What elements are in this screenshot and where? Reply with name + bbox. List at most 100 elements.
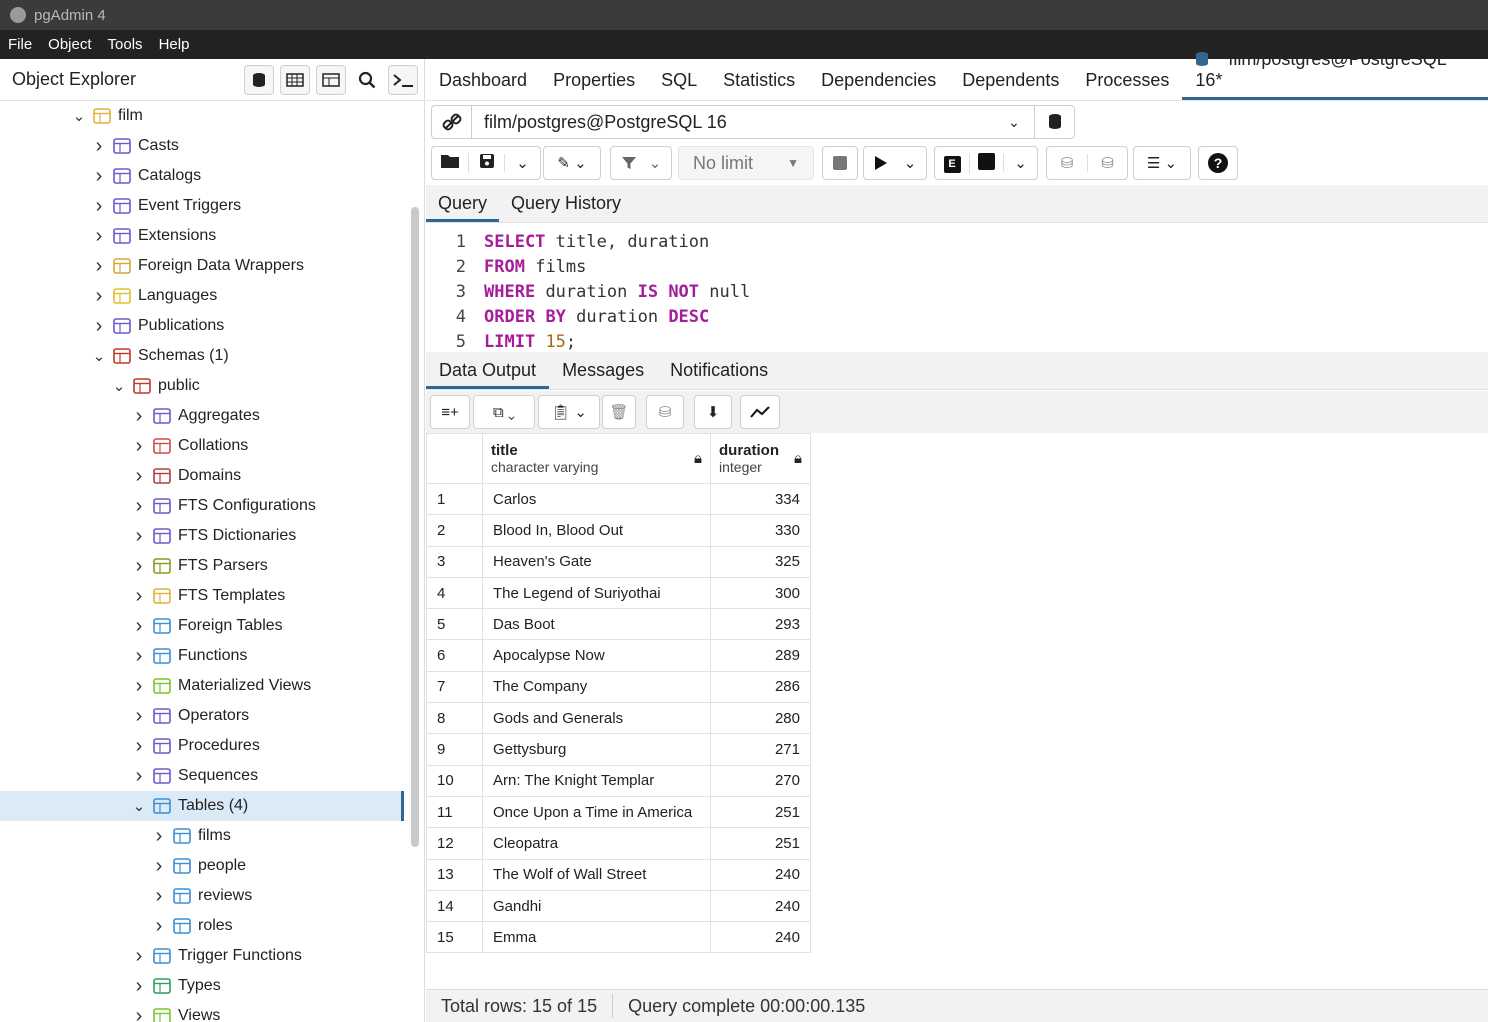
chevron-right-icon[interactable]: › [130,705,148,728]
chevron-right-icon[interactable]: › [90,255,108,278]
chevron-right-icon[interactable]: › [150,825,168,848]
title-cell[interactable]: The Wolf of Wall Street [482,858,711,891]
duration-cell[interactable]: 271 [710,733,811,766]
duration-cell[interactable]: 300 [710,576,811,610]
chevron-right-icon[interactable]: › [130,405,148,428]
chevron-right-icon[interactable]: › [130,735,148,758]
title-cell[interactable]: Cleopatra [482,827,711,860]
filtered-rows-button[interactable] [316,64,346,95]
chevron-right-icon[interactable]: › [150,885,168,908]
tree-node[interactable]: › Domains [130,461,241,491]
table-row[interactable]: 14 Gandhi 240 [426,889,811,923]
tree-node[interactable]: › Aggregates [130,401,260,431]
tab-properties[interactable]: Properties [540,70,648,100]
title-cell[interactable]: Once Upon a Time in America [482,795,711,829]
tree-node[interactable]: › Sequences [130,761,258,791]
tree-node[interactable]: › Publications [90,311,225,341]
table-row[interactable]: 1 Carlos 334 [426,482,811,516]
tab-data-output[interactable]: Data Output [426,360,550,389]
tree-node[interactable]: › Materialized Views [130,671,311,701]
table-row[interactable]: 10 Arn: The Knight Templar 270 [426,764,811,797]
table-row[interactable]: 2 Blood In, Blood Out 330 [426,514,811,547]
tab-dashboard[interactable]: Dashboard [426,70,540,100]
duration-cell[interactable]: 251 [710,827,811,860]
tree-node[interactable]: ⌄ Schemas (1) [90,341,229,371]
tree-node[interactable]: › Foreign Data Wrappers [90,251,304,281]
title-cell[interactable]: Das Boot [482,608,711,641]
paste-button[interactable]: 📋︎ ⌄ [538,395,600,429]
tree-node[interactable]: › Views [130,1001,220,1022]
tree-node[interactable]: › FTS Templates [130,581,286,611]
edit-button[interactable]: ✎ ⌄ [543,146,601,180]
connection-selector[interactable]: film/postgres@PostgreSQL 16 ⌄ [431,105,1075,139]
explain-analyze-button[interactable] [969,152,1003,174]
view-data-button[interactable] [280,64,310,95]
tab-notifications[interactable]: Notifications [657,360,781,389]
table-row[interactable]: 6 Apocalypse Now 289 [426,639,811,672]
tab-query-tool[interactable]: film/postgres@PostgreSQL 16* [1182,49,1488,100]
duration-cell[interactable]: 240 [710,921,811,954]
table-row[interactable]: 5 Das Boot 293 [426,608,811,641]
duration-cell[interactable]: 334 [710,482,811,516]
menu-object[interactable]: Object [40,36,99,53]
title-cell[interactable]: Gettysburg [482,733,711,766]
tree-node[interactable]: › people [150,851,246,881]
download-button[interactable]: ⬇ [694,395,732,429]
open-file-button[interactable] [432,153,468,173]
duration-cell[interactable]: 240 [710,889,811,923]
table-row[interactable]: 11 Once Upon a Time in America 251 [426,795,811,829]
chevron-right-icon[interactable]: › [130,495,148,518]
chevron-right-icon[interactable]: › [150,915,168,938]
delete-button[interactable]: 🗑︎ [602,395,636,429]
filter-button[interactable]: ⌄ [610,146,672,180]
macros-button[interactable]: ☰ ⌄ [1133,146,1191,180]
chevron-right-icon[interactable]: › [130,585,148,608]
tree-node[interactable]: › Functions [130,641,248,671]
chevron-right-icon[interactable]: › [130,765,148,788]
tab-query-history[interactable]: Query History [499,193,633,222]
chevron-right-icon[interactable]: › [90,225,108,248]
title-cell[interactable]: Apocalypse Now [482,639,711,672]
tab-query[interactable]: Query [426,193,500,222]
duration-cell[interactable]: 286 [710,670,811,704]
graph-button[interactable] [740,395,780,429]
tree-node[interactable]: › Catalogs [90,161,202,191]
query-tool-button[interactable] [244,64,274,95]
title-cell[interactable]: Gods and Generals [482,702,711,735]
menu-help[interactable]: Help [151,36,198,53]
tree-node[interactable]: › reviews [150,881,253,911]
title-cell[interactable]: Gandhi [482,889,711,923]
search-button[interactable] [352,65,382,95]
tree-node[interactable]: › Event Triggers [90,191,242,221]
table-row[interactable]: 13 The Wolf of Wall Street 240 [426,858,811,891]
table-row[interactable]: 7 The Company 286 [426,670,811,704]
tree-node[interactable]: › Casts [90,131,179,161]
chevron-right-icon[interactable]: › [130,1005,148,1022]
connection-status-icon[interactable] [432,106,472,138]
stop-button[interactable] [822,146,858,180]
new-connection-button[interactable] [1034,106,1074,138]
psql-tool-button[interactable] [388,64,418,95]
table-row[interactable]: 4 The Legend of Suriyothai 300 [426,576,811,610]
chevron-down-icon[interactable]: ⌄ [504,154,540,172]
chevron-right-icon[interactable]: › [90,315,108,338]
commit-button[interactable]: ⛁ [1047,154,1087,172]
chevron-right-icon[interactable]: › [130,645,148,668]
tree-node[interactable]: › Languages [90,281,218,311]
chevron-right-icon[interactable]: › [130,615,148,638]
sql-editor[interactable]: 1 2 3 4 5 SELECT title, duration FROM fi… [426,224,1488,352]
rollback-button[interactable]: ⛁ [1087,154,1127,172]
tree-node[interactable]: ⌄ public [110,371,200,401]
tree-node[interactable]: › films [150,821,231,851]
table-row[interactable]: 12 Cleopatra 251 [426,827,811,860]
row-limit-select[interactable]: No limit ▼ [678,146,814,180]
tree-node[interactable]: › Procedures [130,731,260,761]
chevron-right-icon[interactable]: › [130,555,148,578]
chevron-right-icon[interactable]: › [130,465,148,488]
copy-button[interactable]: ⧉ ⌄ [473,395,535,429]
duration-cell[interactable]: 330 [710,514,811,547]
tree-node[interactable]: › FTS Dictionaries [130,521,297,551]
table-row[interactable]: 3 Heaven's Gate 325 [426,545,811,578]
explorer-scrollbar[interactable] [411,207,419,847]
title-cell[interactable]: The Company [482,670,711,704]
